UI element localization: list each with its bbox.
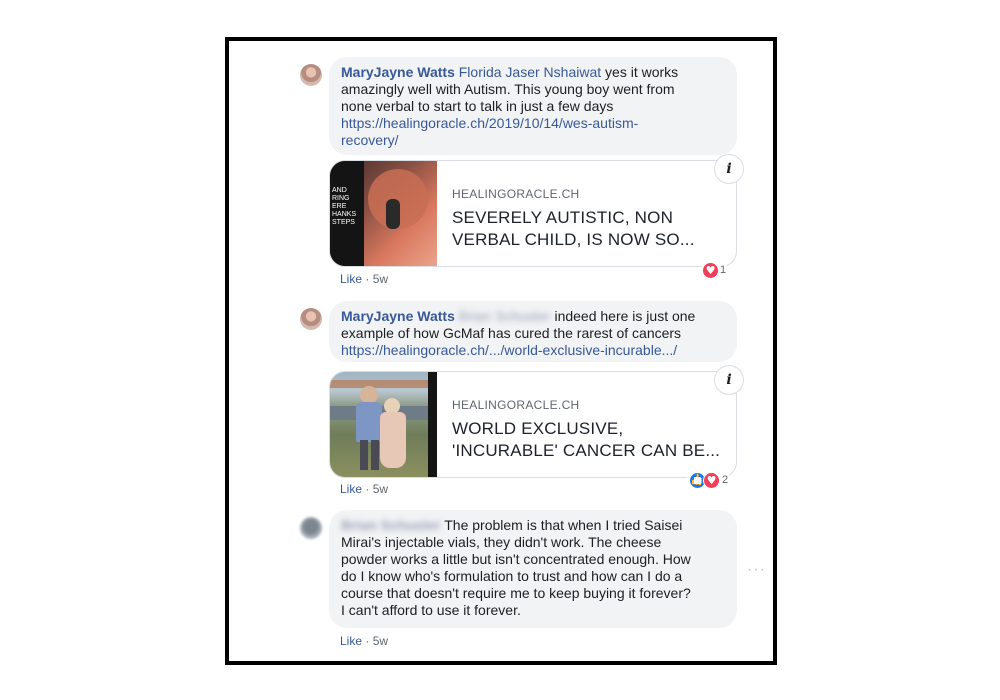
thumb-text: RING [332, 195, 350, 202]
comment-text: do I know who's formulation to trust and… [341, 568, 683, 584]
tagged-user-blurred[interactable]: Brian Schuster [459, 308, 551, 324]
preview-thumbnail [330, 372, 437, 477]
comment-bubble: MaryJayne Watts Florida Jaser Nshaiwat y… [329, 57, 737, 155]
comment-text: The problem is that when I tried Saisei [440, 517, 683, 533]
avatar[interactable] [300, 308, 322, 330]
comment-meta: Like · 5w [340, 482, 389, 496]
like-link[interactable]: Like [340, 482, 362, 496]
thumb-text: HANKS [332, 211, 357, 218]
reaction-count: 1 [720, 264, 727, 276]
preview-title-line: VERBAL CHILD, IS NOW SO... [452, 230, 695, 249]
comment-time[interactable]: 5w [373, 272, 388, 286]
reaction-count: 2 [722, 474, 729, 486]
comment-meta: Like · 5w [340, 272, 389, 286]
like-link[interactable]: Like [340, 634, 362, 648]
preview-domain: HEALINGORACLE.CH [452, 398, 580, 412]
thumb-text: AND [332, 187, 347, 194]
comment-text: powder works a little but isn't concentr… [341, 551, 691, 567]
comment-bubble: MaryJayne Watts Brian Schuster indeed he… [329, 301, 737, 362]
comment-thread: MaryJayne Watts Florida Jaser Nshaiwat y… [225, 37, 777, 665]
info-icon[interactable]: i [715, 155, 743, 183]
thumb-text: ERE [332, 203, 347, 210]
preview-domain: HEALINGORACLE.CH [452, 187, 580, 201]
love-reaction-icon [703, 471, 720, 489]
link-preview-card[interactable]: HEALINGORACLE.CH WORLD EXCLUSIVE, 'INCUR… [329, 371, 737, 478]
info-icon[interactable]: i [715, 366, 743, 394]
comment-time[interactable]: 5w [373, 482, 388, 496]
tagged-user[interactable]: Florida Jaser Nshaiwat [459, 64, 601, 80]
comment-text: indeed here is just one [550, 308, 696, 324]
preview-title-line: 'INCURABLE' CANCER CAN BE... [452, 441, 721, 460]
comment-link[interactable]: https://healingoracle.ch/2019/10/14/wes-… [341, 115, 638, 131]
comment-text: I can't afford to use it forever. [341, 602, 521, 618]
comment-text: yes it works [601, 64, 679, 80]
preview-title-line: SEVERELY AUTISTIC, NON [452, 208, 674, 227]
comment-text: none verbal to start to talk in just a f… [341, 98, 614, 114]
comment-author[interactable]: MaryJayne Watts [341, 64, 455, 80]
comment-text: example of how GcMaf has cured the rares… [341, 325, 682, 341]
comment-link[interactable]: recovery/ [341, 132, 399, 148]
like-link[interactable]: Like [340, 272, 362, 286]
link-preview-card[interactable]: AND RING ERE HANKS STEPS HEALINGORACLE.C… [329, 160, 737, 267]
more-options-icon[interactable]: ··· [747, 561, 766, 579]
comment-meta: Like · 5w [340, 634, 389, 648]
comment-bubble: Brian Schuster The problem is that when … [329, 510, 737, 628]
comment-author[interactable]: MaryJayne Watts [341, 308, 455, 324]
reaction-summary[interactable]: 1 [701, 261, 729, 279]
reaction-summary[interactable]: 2 [687, 471, 731, 489]
comment-text: course that doesn't require me to keep b… [341, 585, 691, 601]
comment-author-blurred[interactable]: Brian Schuster [341, 517, 441, 533]
comment-link[interactable]: https://healingoracle.ch/.../world-exclu… [341, 342, 677, 358]
preview-title: WORLD EXCLUSIVE, 'INCURABLE' CANCER CAN … [452, 418, 720, 462]
comment-text: Mirai's injectable vials, they didn't wo… [341, 534, 662, 550]
avatar[interactable] [300, 64, 322, 86]
preview-title-line: WORLD EXCLUSIVE, [452, 419, 624, 438]
thumb-text: STEPS [332, 219, 355, 226]
comment-text: amazingly well with Autism. This young b… [341, 81, 675, 97]
comment-time[interactable]: 5w [373, 634, 388, 648]
avatar-blurred[interactable] [300, 517, 322, 539]
preview-title: SEVERELY AUTISTIC, NON VERBAL CHILD, IS … [452, 207, 695, 251]
preview-thumbnail: AND RING ERE HANKS STEPS [330, 161, 437, 266]
love-reaction-icon [703, 262, 718, 278]
